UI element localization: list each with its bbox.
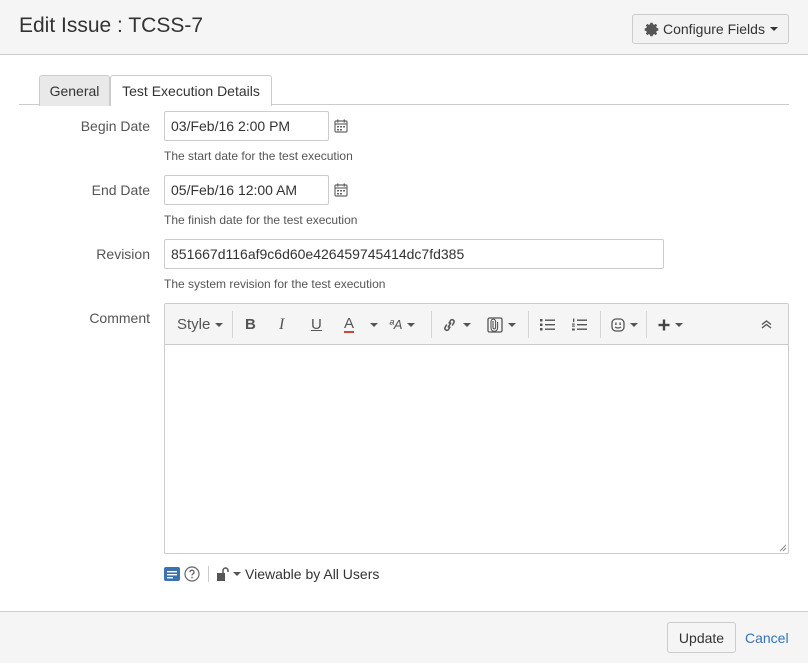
toolbar-divider (232, 311, 233, 338)
viewable-by-label[interactable]: Viewable by All Users (245, 566, 379, 582)
revision-input[interactable] (164, 239, 664, 269)
chevron-down-icon (769, 27, 778, 31)
unlock-icon[interactable] (217, 567, 229, 581)
comment-options: Viewable by All Users (164, 565, 379, 583)
configure-fields-button[interactable]: Configure Fields (632, 14, 789, 44)
toolbar-divider (600, 311, 601, 338)
resize-handle-icon[interactable] (778, 543, 787, 552)
begin-date-label: Begin Date (80, 118, 150, 134)
dialog-footer: Update Cancel (0, 611, 808, 663)
revision-label: Revision (96, 246, 150, 262)
help-icon[interactable] (184, 566, 200, 582)
chevron-down-icon (675, 322, 683, 327)
text-color-button[interactable]: A (344, 304, 355, 345)
italic-button[interactable]: I (279, 304, 284, 345)
dialog-title: Edit Issue : TCSS-7 (19, 14, 204, 37)
numbered-list-button[interactable] (572, 304, 587, 345)
attachment-icon (487, 316, 503, 333)
style-label: Style (177, 316, 211, 333)
calendar-icon[interactable] (334, 119, 348, 133)
dialog-header: Edit Issue : TCSS-7 Configure Fields (0, 0, 808, 55)
numbered-list-icon (572, 318, 587, 331)
tab-bar: General Test Execution Details (19, 75, 789, 106)
options-divider (208, 566, 209, 582)
chevron-down-icon[interactable] (233, 572, 241, 576)
more-formatting-label: ªA (389, 317, 403, 332)
tab-general[interactable]: General (39, 75, 110, 106)
gear-icon (644, 22, 659, 36)
attachment-button[interactable] (487, 304, 516, 345)
toolbar-divider (431, 311, 432, 338)
bold-button[interactable]: B (245, 304, 256, 345)
text-color-label: A (344, 315, 355, 333)
comment-text-area[interactable] (165, 345, 788, 553)
chevron-down-icon (463, 322, 471, 327)
calendar-icon[interactable] (334, 183, 348, 197)
update-button[interactable]: Update (667, 622, 736, 653)
text-color-dropdown[interactable] (365, 304, 378, 345)
configure-fields-label: Configure Fields (663, 21, 765, 37)
chevron-down-icon (630, 322, 638, 327)
cancel-link[interactable]: Cancel (745, 630, 789, 646)
visual-mode-icon[interactable] (164, 567, 180, 581)
emoticon-button[interactable] (611, 304, 638, 345)
link-button[interactable] (441, 304, 471, 345)
toolbar-divider (646, 311, 647, 338)
end-date-input[interactable] (164, 175, 329, 205)
end-date-hint: The finish date for the test execution (164, 213, 358, 227)
chevron-down-icon (215, 322, 224, 327)
chevron-down-icon (508, 322, 516, 327)
collapse-icon (761, 320, 772, 329)
tab-test-execution-details[interactable]: Test Execution Details (110, 75, 272, 106)
chevron-down-icon (370, 322, 378, 327)
revision-hint: The system revision for the test executi… (164, 277, 386, 291)
collapse-toolbar-button[interactable] (761, 304, 772, 345)
chevron-down-icon (407, 322, 416, 327)
emoticon-icon (611, 317, 625, 332)
bullet-list-icon (540, 319, 555, 331)
insert-more-button[interactable] (658, 304, 683, 345)
more-formatting-button[interactable]: ªA (389, 304, 416, 345)
plus-icon (658, 319, 670, 330)
underline-button[interactable]: U (311, 304, 322, 345)
style-dropdown[interactable]: Style (177, 304, 224, 345)
comment-label: Comment (89, 310, 150, 326)
begin-date-hint: The start date for the test execution (164, 149, 353, 163)
begin-date-input[interactable] (164, 111, 329, 141)
link-icon (444, 318, 455, 331)
toolbar-divider (528, 311, 529, 338)
comment-editor: Style B I U A ªA (164, 303, 789, 554)
editor-toolbar: Style B I U A ªA (165, 304, 788, 345)
end-date-label: End Date (91, 182, 150, 198)
bullet-list-button[interactable] (540, 304, 555, 345)
